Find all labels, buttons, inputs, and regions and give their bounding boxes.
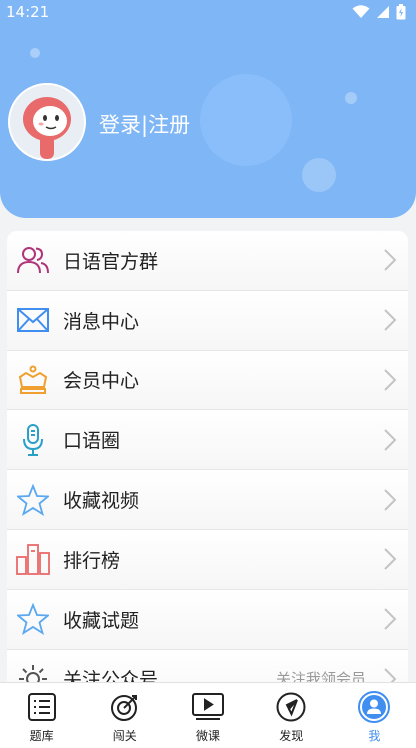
- decor-bubble: [302, 158, 336, 192]
- tab-micro-course[interactable]: 微课: [166, 683, 249, 748]
- decor-bubble: [200, 74, 292, 166]
- user-icon: [358, 691, 391, 723]
- tab-label: 闯关: [112, 729, 137, 743]
- tab-label: 发现: [279, 729, 304, 743]
- chevron-right-icon: [384, 309, 397, 331]
- menu-list: 日语官方群 消息中心 会员中心 口语圈 收藏视频 排行榜 收藏试题 关注公众号 …: [7, 231, 408, 710]
- tab-question-bank[interactable]: 题库: [0, 683, 83, 748]
- menu-item-message-center[interactable]: 消息中心: [7, 290, 408, 351]
- tab-label: 我: [368, 729, 381, 743]
- menu-item-label: 消息中心: [63, 310, 140, 333]
- compass-icon: [275, 691, 307, 723]
- star-icon: [16, 483, 50, 517]
- tab-discover[interactable]: 发现: [250, 683, 333, 748]
- tab-label: 题库: [29, 729, 54, 743]
- signal-icon: [377, 6, 389, 18]
- chevron-right-icon: [384, 548, 397, 571]
- list-icon: [26, 691, 58, 723]
- menu-item-label: 排行榜: [63, 549, 121, 572]
- tab-label: 微课: [196, 729, 221, 743]
- group-icon: [16, 243, 50, 277]
- tab-challenge[interactable]: 闯关: [83, 683, 166, 748]
- mail-icon: [16, 303, 50, 337]
- menu-item-label: 会员中心: [63, 370, 140, 393]
- avatar-icon: [23, 97, 71, 159]
- crown-icon: [16, 363, 50, 397]
- chevron-right-icon: [384, 608, 397, 630]
- menu-item-vip-center[interactable]: 会员中心: [7, 350, 408, 411]
- wifi-icon: [352, 5, 370, 18]
- avatar[interactable]: [8, 83, 86, 161]
- menu-item-label: 日语官方群: [63, 250, 159, 273]
- login-register-link[interactable]: 登录|注册: [99, 109, 190, 139]
- battery-icon: [396, 4, 406, 20]
- play-icon: [192, 691, 224, 723]
- menu-item-favorite-questions[interactable]: 收藏试题: [7, 589, 408, 650]
- menu-item-label: 收藏视频: [63, 490, 140, 513]
- status-icons: [352, 4, 406, 20]
- status-time: 14:21: [6, 3, 50, 21]
- status-bar: 14:21: [0, 0, 416, 24]
- profile-header: 14:21 登录|注册: [0, 0, 416, 218]
- menu-item-official-group[interactable]: 日语官方群: [7, 231, 408, 291]
- menu-item-label: 口语圈: [63, 430, 121, 453]
- microphone-icon: [16, 423, 50, 457]
- menu-item-leaderboard[interactable]: 排行榜: [7, 529, 408, 590]
- chevron-right-icon: [384, 488, 397, 511]
- chevron-right-icon: [384, 429, 397, 451]
- menu-item-label: 收藏试题: [63, 609, 140, 632]
- decor-bubble: [30, 48, 40, 58]
- decor-bubble: [345, 92, 357, 104]
- chevron-right-icon: [384, 369, 397, 391]
- target-icon: [109, 691, 141, 723]
- chevron-right-icon: [384, 249, 397, 272]
- menu-item-favorite-videos[interactable]: 收藏视频: [7, 470, 408, 530]
- star-icon: [16, 602, 50, 636]
- ranking-icon: [16, 542, 50, 576]
- tab-me[interactable]: 我: [333, 683, 416, 748]
- bottom-tab-bar: 题库 闯关 微课 发现 我: [0, 682, 416, 748]
- menu-item-speaking-circle[interactable]: 口语圈: [7, 410, 408, 471]
